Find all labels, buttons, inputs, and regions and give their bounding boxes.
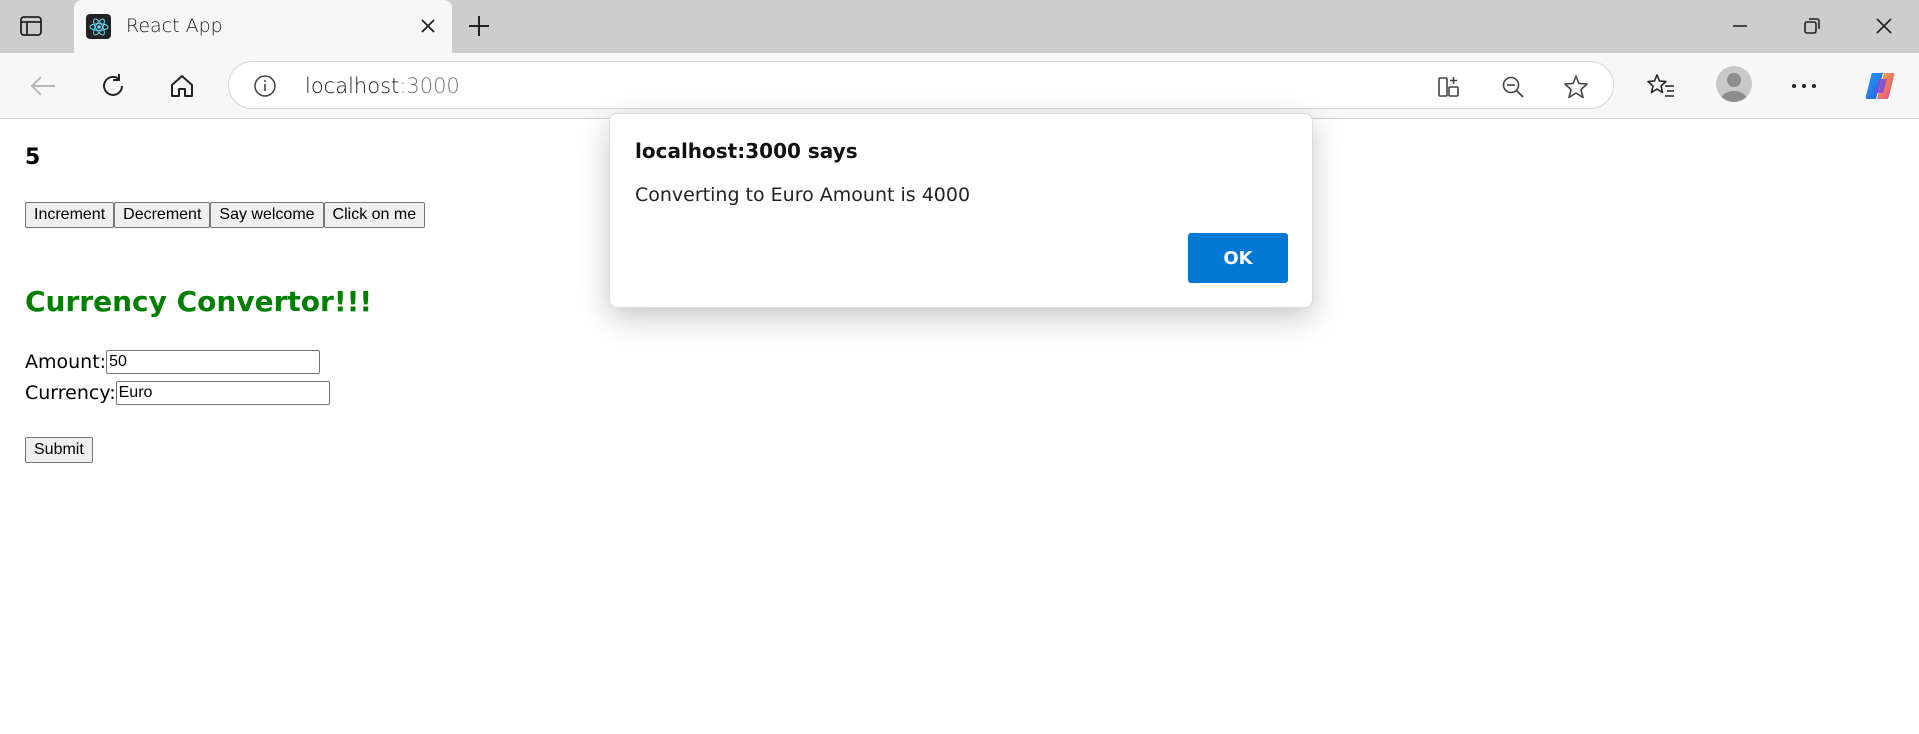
refresh-icon[interactable] <box>98 71 128 101</box>
zoom-out-icon[interactable] <box>1500 74 1526 100</box>
tab-strip: React App <box>0 0 1919 53</box>
tab-actions-icon[interactable] <box>18 14 44 38</box>
browser-tab[interactable]: React App <box>74 0 452 53</box>
url-port: :3000 <box>399 74 460 98</box>
tab-title: React App <box>126 15 223 37</box>
currency-input[interactable] <box>115 381 330 405</box>
page-title: Currency Convertor!!! <box>25 285 373 318</box>
plus-icon[interactable] <box>467 14 491 38</box>
minimize-icon[interactable] <box>1728 14 1752 38</box>
counter-value: 5 <box>25 145 41 170</box>
alert-dialog: localhost:3000 says Converting to Euro A… <box>609 113 1313 308</box>
url-text[interactable]: localhost:3000 <box>305 74 460 98</box>
dialog-title: localhost:3000 says <box>635 139 858 163</box>
info-icon[interactable] <box>253 74 277 98</box>
copilot-icon[interactable] <box>1862 68 1898 104</box>
counter-button-row: Increment Decrement Say welcome Click on… <box>25 202 426 228</box>
profile-icon[interactable] <box>1716 66 1752 102</box>
ok-button[interactable]: OK <box>1188 233 1288 283</box>
amount-input[interactable] <box>106 350 321 374</box>
star-icon[interactable] <box>1563 74 1589 100</box>
favorites-icon[interactable] <box>1646 71 1676 101</box>
increment-button[interactable]: Increment <box>25 202 115 228</box>
click-on-me-button[interactable]: Click on me <box>323 202 426 228</box>
currency-label: Currency: <box>25 382 116 404</box>
more-icon[interactable] <box>1789 71 1819 101</box>
currency-row: Currency: <box>25 381 330 405</box>
submit-button[interactable]: Submit <box>25 437 93 463</box>
say-welcome-button[interactable]: Say welcome <box>210 202 324 228</box>
restore-icon[interactable] <box>1800 14 1824 38</box>
browser-toolbar: localhost:3000 <box>0 53 1919 119</box>
split-screen-icon[interactable] <box>1436 74 1462 100</box>
url-host: localhost <box>305 74 400 98</box>
home-icon[interactable] <box>167 71 197 101</box>
decrement-button[interactable]: Decrement <box>114 202 211 228</box>
amount-row: Amount: <box>25 350 321 374</box>
amount-label: Amount: <box>25 351 107 373</box>
close-icon[interactable] <box>418 16 438 36</box>
close-window-icon[interactable] <box>1872 14 1896 38</box>
dialog-message: Converting to Euro Amount is 4000 <box>635 184 971 206</box>
back-arrow-icon[interactable] <box>28 71 58 101</box>
address-bar[interactable]: localhost:3000 <box>228 61 1614 109</box>
react-logo-icon <box>86 14 111 39</box>
